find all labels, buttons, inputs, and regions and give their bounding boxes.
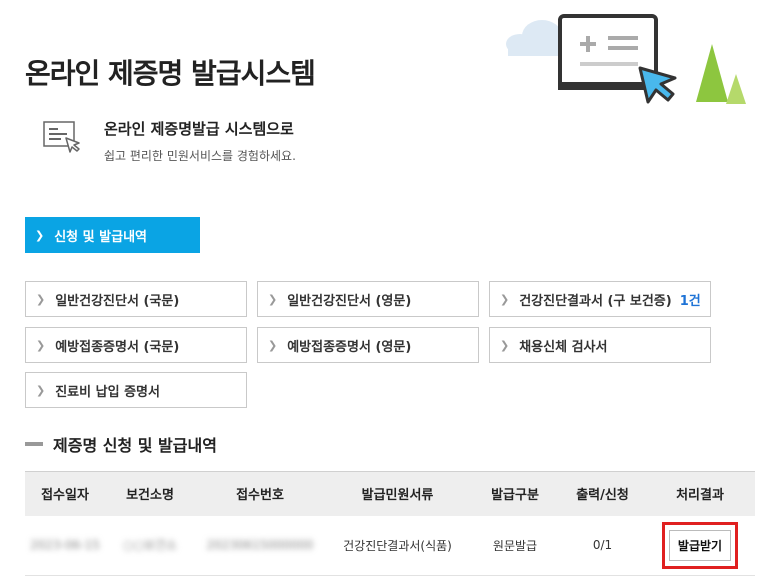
blurred-date: 2023-06-15 <box>30 538 100 553</box>
doc-label: 예방접종증명서 (국문) <box>55 339 180 355</box>
tab-application-history[interactable]: ❯ 신청 및 발급내역 <box>25 217 200 253</box>
intro-block: 온라인 제증명발급 시스템으로 쉽고 편리한 민원서비스를 경험하세요. <box>42 118 442 168</box>
cell-center: ○○보건소 <box>105 515 195 576</box>
tree-icon <box>696 44 746 104</box>
col-header-document: 발급민원서류 <box>361 488 434 504</box>
blurred-receipt-no: 20230615000000 <box>206 538 314 553</box>
doc-label: 채용신체 검사서 <box>519 339 608 355</box>
table-header-row: 접수일자 보건소명 접수번호 발급민원서류 발급구분 출력/신청 처리결과 <box>25 471 755 516</box>
doc-button-general-health-en[interactable]: ❯ 일반건강진단서 (영문) <box>257 281 479 317</box>
tab-label: 신청 및 발급내역 <box>54 229 147 245</box>
doc-label: 일반건강진단서 (국문) <box>55 293 180 309</box>
doc-label: 진료비 납입 증명서 <box>55 384 160 400</box>
chevron-right-icon: ❯ <box>36 383 46 397</box>
table-row: 2023-06-15 ○○보건소 20230615000000 건강진단결과서(… <box>25 515 755 576</box>
issue-button[interactable]: 발급받기 <box>668 529 732 561</box>
history-table: 접수일자 보건소명 접수번호 발급민원서류 발급구분 출력/신청 처리결과 20… <box>25 471 755 576</box>
doc-button-medical-payment[interactable]: ❯ 진료비 납입 증명서 <box>25 372 247 408</box>
col-header-center: 보건소명 <box>126 488 174 504</box>
section-bar <box>25 442 43 446</box>
cell-date: 2023-06-15 <box>25 515 105 576</box>
doc-button-health-result[interactable]: ❯ 건강진단결과서 (구 보건증) 1건 <box>489 281 711 317</box>
cursor-icon <box>638 66 677 104</box>
section-title-text: 제증명 신청 및 발급내역 <box>53 436 217 455</box>
cell-result: 발급받기 <box>645 515 755 576</box>
chevron-right-icon: ❯ <box>500 338 510 352</box>
page-title: 온라인 제증명 발급시스템 <box>25 57 316 90</box>
cell-print-ratio: 0/1 <box>560 515 645 576</box>
doc-label: 건강진단결과서 (구 보건증) <box>519 293 672 309</box>
col-header-result: 처리결과 <box>676 488 724 504</box>
section-title: 제증명 신청 및 발급내역 <box>25 432 217 456</box>
intro-title: 온라인 제증명발급 시스템으로 <box>104 120 294 138</box>
chevron-right-icon: ❯ <box>268 338 278 352</box>
cell-issue-type: 원문발급 <box>470 515 560 576</box>
issue-highlight: 발급받기 <box>661 521 739 569</box>
intro-subtitle: 쉽고 편리한 민원서비스를 경험하세요. <box>104 149 296 163</box>
chevron-right-icon: ❯ <box>268 292 278 306</box>
doc-count-badge: 1건 <box>679 293 701 309</box>
col-header-receipt-no: 접수번호 <box>236 488 284 504</box>
cell-document: 건강진단결과서(식품) <box>325 515 470 576</box>
doc-label: 일반건강진단서 (영문) <box>287 293 412 309</box>
doc-button-employment-exam[interactable]: ❯ 채용신체 검사서 <box>489 327 711 363</box>
blurred-center: ○○보건소 <box>122 538 178 553</box>
doc-button-vaccination-en[interactable]: ❯ 예방접종증명서 (영문) <box>257 327 479 363</box>
cell-receipt-no: 20230615000000 <box>195 515 325 576</box>
doc-button-general-health-ko[interactable]: ❯ 일반건강진단서 (국문) <box>25 281 247 317</box>
col-header-print-ratio: 출력/신청 <box>576 488 629 504</box>
doc-button-vaccination-ko[interactable]: ❯ 예방접종증명서 (국문) <box>25 327 247 363</box>
chevron-right-icon: ❯ <box>36 338 46 352</box>
document-cursor-icon <box>43 121 80 153</box>
chevron-right-icon: ❯ <box>36 292 46 306</box>
chevron-right-icon: ❯ <box>35 228 45 242</box>
chevron-right-icon: ❯ <box>500 292 510 306</box>
certificate-monitor-illustration <box>506 14 746 104</box>
col-header-date: 접수일자 <box>41 488 89 504</box>
col-header-issue-type: 발급구분 <box>491 488 539 504</box>
doc-label: 예방접종증명서 (영문) <box>287 339 412 355</box>
